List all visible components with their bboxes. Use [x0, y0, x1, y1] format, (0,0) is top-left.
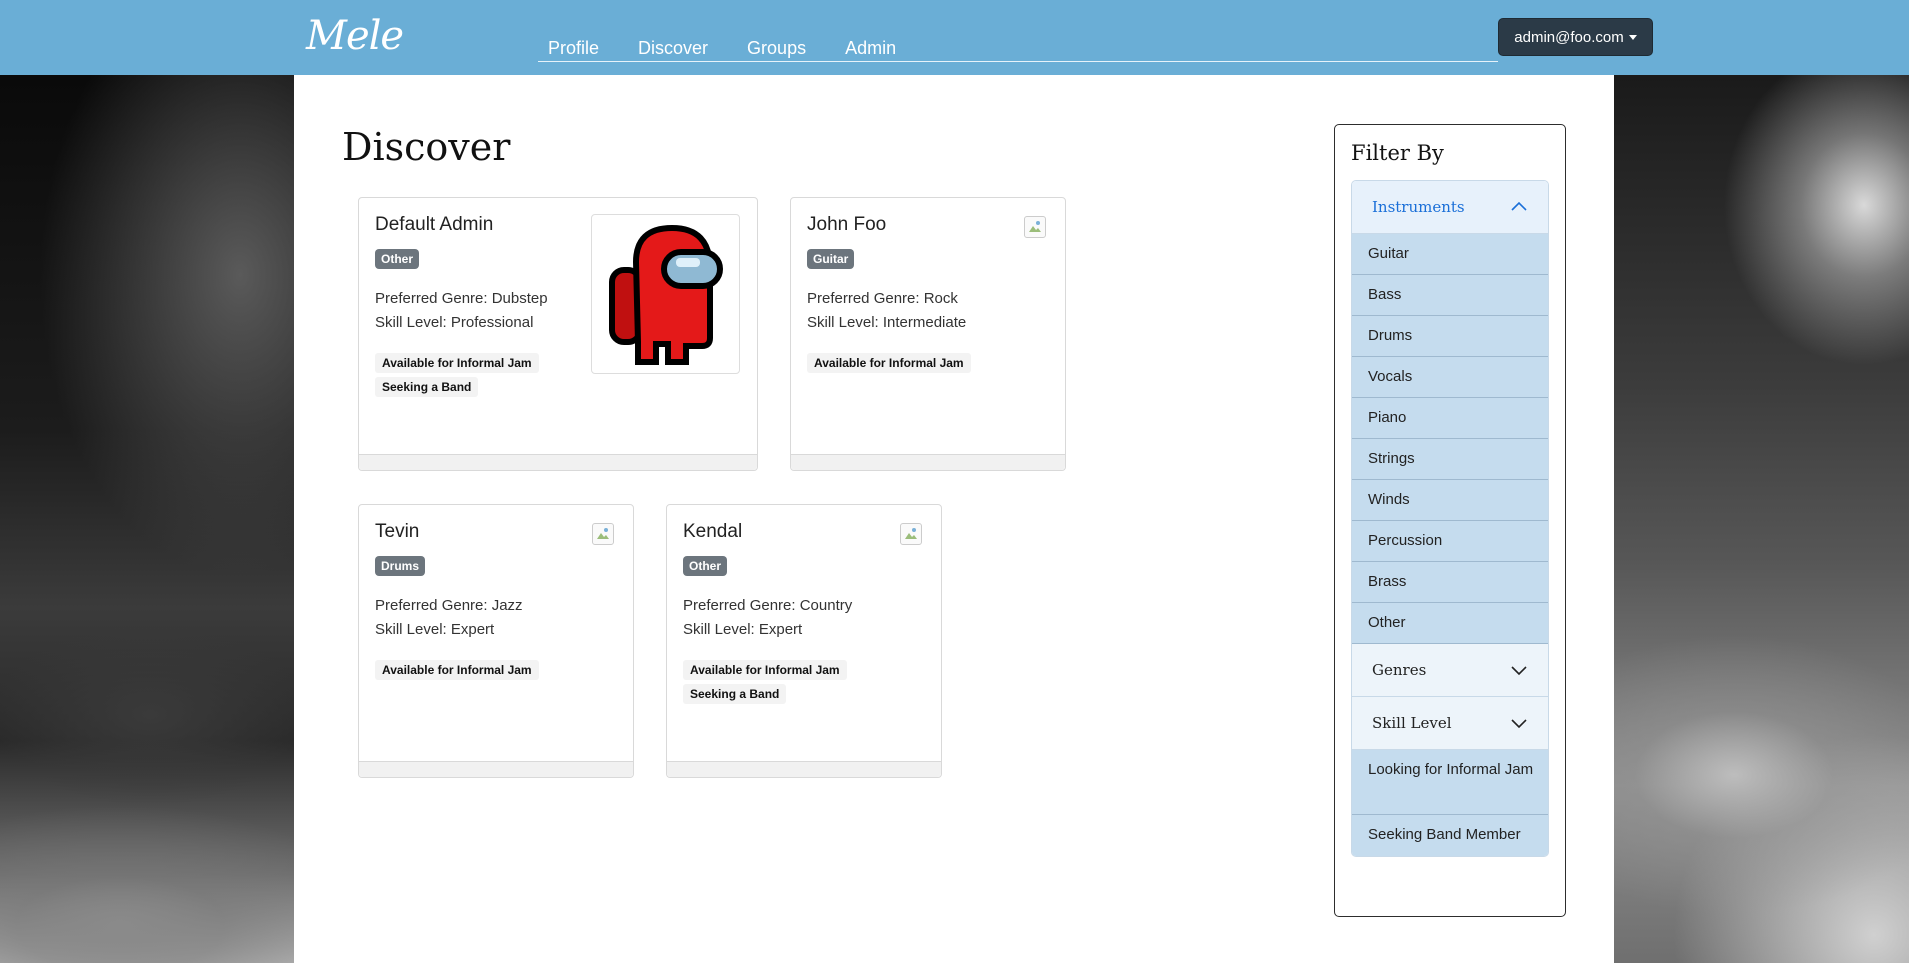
filter-item-other[interactable]: Other [1352, 603, 1548, 644]
broken-image-icon [1024, 216, 1046, 238]
card-footer [359, 454, 757, 470]
instrument-badge: Guitar [807, 249, 855, 269]
nav-groups[interactable]: Groups [737, 34, 816, 61]
nav-profile[interactable]: Profile [538, 34, 609, 61]
filter-item-strings[interactable]: Strings [1352, 439, 1548, 480]
card-footer [791, 454, 1065, 470]
background-photo-right [1614, 75, 1909, 963]
card-skill: Skill Level: Expert [683, 621, 803, 638]
navbar: Mele Manoa Profile Discover Groups Admin… [0, 0, 1909, 119]
genres-label: Genres [1372, 661, 1427, 679]
filter-item-percussion[interactable]: Percussion [1352, 521, 1548, 562]
filter-item-vocals[interactable]: Vocals [1352, 357, 1548, 398]
card-skill: Skill Level: Expert [375, 621, 495, 638]
filter-item-seeking-band-member[interactable]: Seeking Band Member [1352, 815, 1548, 856]
instruments-accordion-header[interactable]: Instruments [1352, 181, 1548, 234]
filter-item-drums[interactable]: Drums [1352, 316, 1548, 357]
profile-card[interactable]: John Foo Guitar Preferred Genre: Rock Sk… [790, 197, 1066, 471]
page-title: Discover [342, 125, 511, 169]
status-tag: Available for Informal Jam [683, 660, 847, 680]
user-email: admin@foo.com [1514, 28, 1624, 46]
instruments-label: Instruments [1372, 198, 1465, 216]
profile-card[interactable]: Default Admin Other Preferred Genre: Dub… [358, 197, 758, 471]
card-name: John Foo [807, 214, 887, 235]
site-logo[interactable]: Mele Manoa [306, 6, 506, 119]
instrument-badge: Drums [375, 556, 426, 576]
nav-links: Profile Discover Groups Admin [538, 34, 1498, 62]
filter-panel: Filter By Instruments Guitar Bass Drums … [1334, 124, 1566, 917]
chevron-down-icon [1511, 719, 1527, 729]
card-genre: Preferred Genre: Country [683, 597, 853, 614]
card-skill: Skill Level: Intermediate [807, 314, 967, 331]
card-genre: Preferred Genre: Rock [807, 290, 958, 307]
skill-level-accordion-header[interactable]: Skill Level [1352, 697, 1548, 750]
card-genre: Preferred Genre: Dubstep [375, 290, 548, 307]
status-tag: Seeking a Band [683, 684, 787, 704]
caret-down-icon [1628, 34, 1637, 40]
card-skill: Skill Level: Professional [375, 314, 534, 331]
card-name: Kendal [683, 521, 743, 542]
chevron-down-icon [1511, 666, 1527, 676]
filter-accordion: Instruments Guitar Bass Drums Vocals Pia… [1351, 180, 1549, 857]
status-tag: Available for Informal Jam [375, 353, 539, 373]
filter-item-winds[interactable]: Winds [1352, 480, 1548, 521]
filter-item-brass[interactable]: Brass [1352, 562, 1548, 603]
broken-image-icon [900, 523, 922, 545]
card-footer [359, 761, 633, 777]
chevron-up-icon [1511, 201, 1527, 211]
profile-card[interactable]: Tevin Drums Preferred Genre: Jazz Skill … [358, 504, 634, 778]
nav-admin[interactable]: Admin [835, 34, 906, 61]
filter-item-informal-jam[interactable]: Looking for Informal Jam [1352, 750, 1548, 815]
card-genre: Preferred Genre: Jazz [375, 597, 523, 614]
instrument-badge: Other [375, 249, 420, 269]
nav-discover[interactable]: Discover [628, 34, 718, 61]
filter-title: Filter By [1351, 141, 1444, 165]
broken-image-icon [592, 523, 614, 545]
genres-accordion-header[interactable]: Genres [1352, 644, 1548, 697]
card-footer [667, 761, 941, 777]
card-name: Default Admin [375, 214, 494, 235]
filter-item-piano[interactable]: Piano [1352, 398, 1548, 439]
status-tag: Seeking a Band [375, 377, 479, 397]
status-tag: Available for Informal Jam [375, 660, 539, 680]
status-tag: Available for Informal Jam [807, 353, 971, 373]
instrument-badge: Other [683, 556, 728, 576]
background-photo-left [0, 75, 294, 963]
filter-item-bass[interactable]: Bass [1352, 275, 1548, 316]
card-name: Tevin [375, 521, 420, 542]
user-dropdown-button[interactable]: admin@foo.com [1498, 18, 1653, 56]
profile-card[interactable]: Kendal Other Preferred Genre: Country Sk… [666, 504, 942, 778]
skill-level-label: Skill Level [1372, 714, 1452, 732]
red-crewmate-avatar [591, 214, 740, 374]
filter-item-guitar[interactable]: Guitar [1352, 234, 1548, 275]
